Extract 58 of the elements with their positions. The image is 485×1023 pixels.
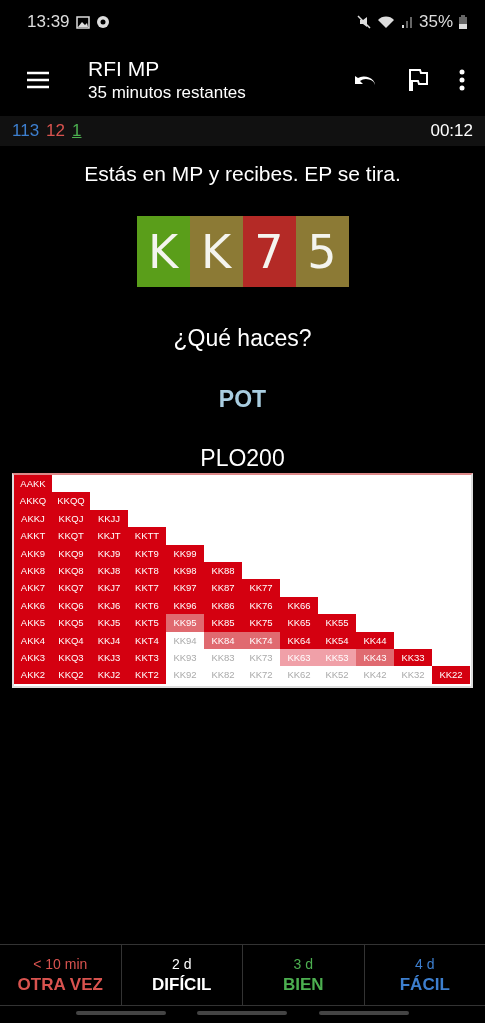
- more-icon: [459, 69, 465, 91]
- battery-percent: 35%: [418, 12, 453, 32]
- prompt-text: ¿Qué haces?: [173, 325, 312, 352]
- card-tile: 5: [295, 216, 349, 287]
- card-count: 1: [72, 121, 82, 141]
- range-cell: KKT7: [128, 579, 166, 597]
- range-cell: KK65: [280, 614, 318, 632]
- signal-icon: [400, 15, 413, 29]
- battery-icon: [459, 15, 467, 29]
- range-cell: KKQT: [52, 527, 90, 545]
- status-time: 13:39: [27, 12, 70, 32]
- range-cell: KK66: [280, 596, 318, 615]
- range-cell: KK77: [242, 579, 280, 597]
- menu-icon: [26, 71, 50, 89]
- card-tile: K: [136, 216, 190, 287]
- range-cell: KKJT: [90, 527, 128, 545]
- range-cell: KKT5: [128, 614, 166, 632]
- range-cell: AAKK: [14, 475, 52, 493]
- card-count: 113: [12, 121, 40, 141]
- mute-icon: [356, 15, 371, 29]
- wifi-icon: [376, 15, 395, 29]
- card-tile: K: [189, 216, 243, 287]
- range-cell: KKQ2: [52, 666, 90, 684]
- range-cell: KKJJ: [90, 509, 128, 528]
- range-cell: KK87: [204, 579, 242, 597]
- chart-title: PLO200: [200, 445, 285, 472]
- range-cell: KK88: [204, 561, 242, 580]
- range-cell: AKKQ: [14, 492, 52, 510]
- card-tile: 7: [242, 216, 296, 287]
- screen-title: RFI MP: [88, 57, 161, 81]
- question-text: Estás en MP y recibes. EP se tira.: [84, 162, 401, 186]
- range-cell: AKK2: [14, 666, 52, 684]
- time-remaining: 35 minutos restantes: [88, 83, 246, 103]
- range-cell: KKQ5: [52, 614, 90, 632]
- card-count: 12: [46, 121, 66, 141]
- image-icon: [75, 15, 90, 29]
- range-cell: AKK5: [14, 614, 52, 632]
- range-cell: KKT2: [128, 666, 166, 684]
- range-cell: KKQQ: [52, 492, 90, 510]
- flag-icon: [407, 68, 429, 92]
- range-cell: KKJ7: [90, 579, 128, 597]
- range-cell: KK22: [432, 666, 470, 684]
- range-cell: KKTT: [128, 527, 166, 545]
- range-cell: KK33: [394, 648, 432, 667]
- timer: 00:12: [430, 121, 473, 141]
- range-cell: KK44: [356, 631, 394, 649]
- range-cell: AKK7: [14, 579, 52, 597]
- range-cell: KKJ2: [90, 666, 128, 684]
- range-cell: KK75: [242, 614, 280, 632]
- range-cell: KK85: [204, 614, 242, 632]
- answer-text: POT: [218, 386, 267, 413]
- range-cell: AKKT: [14, 527, 52, 545]
- range-cell: KK95: [166, 614, 204, 632]
- range-cell: KKQ7: [52, 579, 90, 597]
- range-cell: KKJ5: [90, 614, 128, 632]
- range-cell: KK55: [318, 614, 356, 632]
- range-cell: KK97: [166, 579, 204, 597]
- range-cell: KK99: [166, 544, 204, 562]
